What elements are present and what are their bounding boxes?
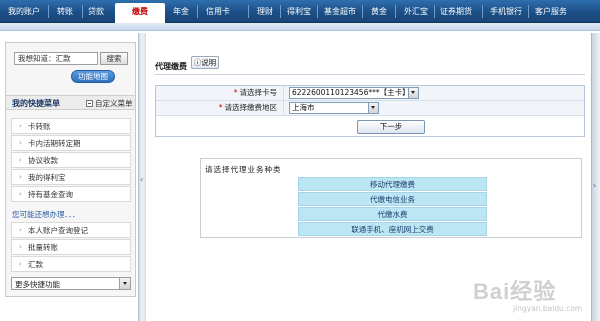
nav-fund-market[interactable]: 基金超市 <box>322 0 358 23</box>
chevron-down-icon[interactable] <box>119 278 130 289</box>
customize-menu-link[interactable]: 自定义菜单 <box>95 98 133 109</box>
biz-item-telecom-payment[interactable]: 代缴电信业务 <box>298 192 487 206</box>
nav-credit-card[interactable]: 信用卡 <box>202 0 234 23</box>
suggestion-item-account-registration[interactable]: › 本人账户查询登记 <box>11 222 131 238</box>
region-label: * 请选择缴费地区 <box>156 101 284 116</box>
region-select-value: 上海市 <box>292 103 315 112</box>
business-type-list: 移动代理缴费 代缴电信业务 代缴水费 联通手机、座机网上交费 <box>298 177 487 237</box>
quick-menu-header: 我的快捷菜单 自定义菜单 <box>6 95 135 110</box>
region-row: * 请选择缴费地区 上海市 <box>156 101 584 116</box>
nav-delibao[interactable]: 得利宝 <box>285 0 313 23</box>
collapse-right-icon[interactable]: › <box>593 181 596 190</box>
card-select[interactable]: 6222600110123456***【主卡】 <box>289 87 419 99</box>
quick-item-card-transfer[interactable]: › 卡转账 <box>11 118 131 134</box>
arrow-right-icon: › <box>19 156 22 164</box>
list-item-label: 协议收款 <box>28 156 58 165</box>
biz-item-unicom-payment[interactable]: 联通手机、座机网上交费 <box>298 222 487 236</box>
required-mark: * <box>233 88 238 97</box>
nav-separator <box>280 5 281 18</box>
nav-separator <box>482 5 483 18</box>
arrow-right-icon: › <box>19 260 22 268</box>
required-mark: * <box>218 103 223 112</box>
sidebar: 我想知道：汇款 搜索 功能地图 我的快捷菜单 自定义菜单 › 卡转账 › 卡内活期转… <box>5 42 136 297</box>
nav-annuity[interactable]: 年金 <box>171 0 191 23</box>
more-quick-functions-label: 更多快捷功能 <box>15 280 60 289</box>
nav-my-account[interactable]: 我的账户 <box>4 0 44 23</box>
nav-separator <box>248 5 249 18</box>
customize-menu-icon[interactable] <box>86 100 93 107</box>
nav-customer-service[interactable]: 客户服务 <box>533 0 569 23</box>
nav-separator <box>48 5 49 18</box>
nav-separator <box>434 5 435 18</box>
quick-item-agreement-collection[interactable]: › 协议收款 <box>11 152 131 168</box>
suggestion-item-batch-transfer[interactable]: › 批量转账 <box>11 239 131 255</box>
quick-item-fund-holdings[interactable]: › 持有基金查询 <box>11 186 131 202</box>
list-item-label: 卡转账 <box>28 122 51 131</box>
arrow-right-icon: › <box>19 173 22 181</box>
region-select[interactable]: 上海市 <box>289 102 379 114</box>
nav-forex[interactable]: 外汇宝 <box>402 0 430 23</box>
chevron-down-icon[interactable] <box>408 88 418 98</box>
card-label-text: 请选择卡号 <box>239 88 278 97</box>
quick-menu-list: › 卡转账 › 卡内活期转定期 › 协议收款 › 我的得利宝 › 持有基金查询 <box>11 118 131 203</box>
business-type-title: 请选择代理业务种类 <box>205 165 282 174</box>
card-row: * 请选择卡号 6222600110123456***【主卡】 <box>156 86 584 101</box>
baidu-jingyan-watermark: Bai经验 jingyan.baidu.com <box>455 262 595 317</box>
title-divider <box>155 74 585 75</box>
nav-payment[interactable]: 缴费 <box>115 3 165 24</box>
search-button[interactable]: 搜索 <box>100 52 128 65</box>
nav-gold[interactable]: 黄金 <box>369 0 389 23</box>
nav-transfer[interactable]: 转账 <box>52 0 78 23</box>
collapse-left-icon[interactable]: ‹ <box>140 175 143 184</box>
biz-item-mobile-payment[interactable]: 移动代理缴费 <box>298 177 487 191</box>
quick-item-my-delibao[interactable]: › 我的得利宝 <box>11 169 131 185</box>
suggestion-title: 您可能还想办理．．． <box>12 210 80 219</box>
arrow-right-icon: › <box>19 190 22 198</box>
card-label: * 请选择卡号 <box>156 86 284 101</box>
function-map-button[interactable]: 功能地图 <box>71 70 115 83</box>
next-step-button[interactable]: 下一步 <box>357 120 425 134</box>
list-item-label: 卡内活期转定期 <box>28 139 81 148</box>
page-title: 代理缴费 <box>155 62 187 71</box>
biz-item-water-payment[interactable]: 代缴水费 <box>298 207 487 221</box>
search-input[interactable]: 我想知道：汇款 <box>14 52 98 65</box>
top-navigation-bar: 我的账户 转账 贷款 缴费 年金 信用卡 理财 得利宝 基金超市 黄金 外汇宝 … <box>0 0 600 24</box>
sidebar-splitter[interactable]: ‹ <box>138 33 146 321</box>
business-type-panel: 请选择代理业务种类 移动代理缴费 代缴电信业务 代缴水费 联通手机、座机网上交费 <box>200 158 582 238</box>
nav-separator <box>395 5 396 18</box>
quick-item-demand-to-fixed[interactable]: › 卡内活期转定期 <box>11 135 131 151</box>
payment-form: * 请选择卡号 6222600110123456***【主卡】 * 请选择缴费地区 … <box>155 85 585 137</box>
nav-separator <box>197 5 198 18</box>
arrow-right-icon: › <box>19 243 22 251</box>
nav-wealth-management[interactable]: 理财 <box>255 0 275 23</box>
region-label-text: 请选择缴费地区 <box>224 103 278 112</box>
arrow-right-icon: › <box>19 122 22 130</box>
list-item-label: 本人账户查询登记 <box>28 226 88 235</box>
search-row: 我想知道：汇款 搜索 <box>14 52 130 66</box>
card-select-value: 6222600110123456***【主卡】 <box>292 88 410 97</box>
list-item-label: 汇款 <box>28 260 43 269</box>
nav-separator <box>362 5 363 18</box>
nav-separator <box>528 5 529 18</box>
nav-mobile-banking[interactable]: 手机银行 <box>488 0 524 23</box>
list-item-label: 持有基金查询 <box>28 190 73 199</box>
nav-loan[interactable]: 贷款 <box>86 0 106 23</box>
arrow-right-icon: › <box>19 226 22 234</box>
quick-menu-title: 我的快捷菜单 <box>12 99 60 108</box>
nav-securities-futures[interactable]: 证券期货 <box>438 0 474 23</box>
help-button-label: 说明 <box>201 58 217 67</box>
suggestion-item-remittance[interactable]: › 汇款 <box>11 256 131 272</box>
help-button[interactable]: ⓘ说明 <box>191 56 219 69</box>
watermark-url: jingyan.baidu.com <box>513 304 583 313</box>
watermark-logo-text: Bai经验 <box>473 279 557 304</box>
nav-separator <box>82 5 83 18</box>
list-item-label: 我的得利宝 <box>28 173 66 182</box>
more-quick-functions-select[interactable]: 更多快捷功能 <box>11 277 131 290</box>
chevron-down-icon[interactable] <box>368 103 378 113</box>
list-item-label: 批量转账 <box>28 243 58 252</box>
arrow-right-icon: › <box>19 139 22 147</box>
nav-separator <box>317 5 318 18</box>
sub-navigation-bar <box>0 23 600 31</box>
suggestion-list: › 本人账户查询登记 › 批量转账 › 汇款 <box>11 222 131 273</box>
